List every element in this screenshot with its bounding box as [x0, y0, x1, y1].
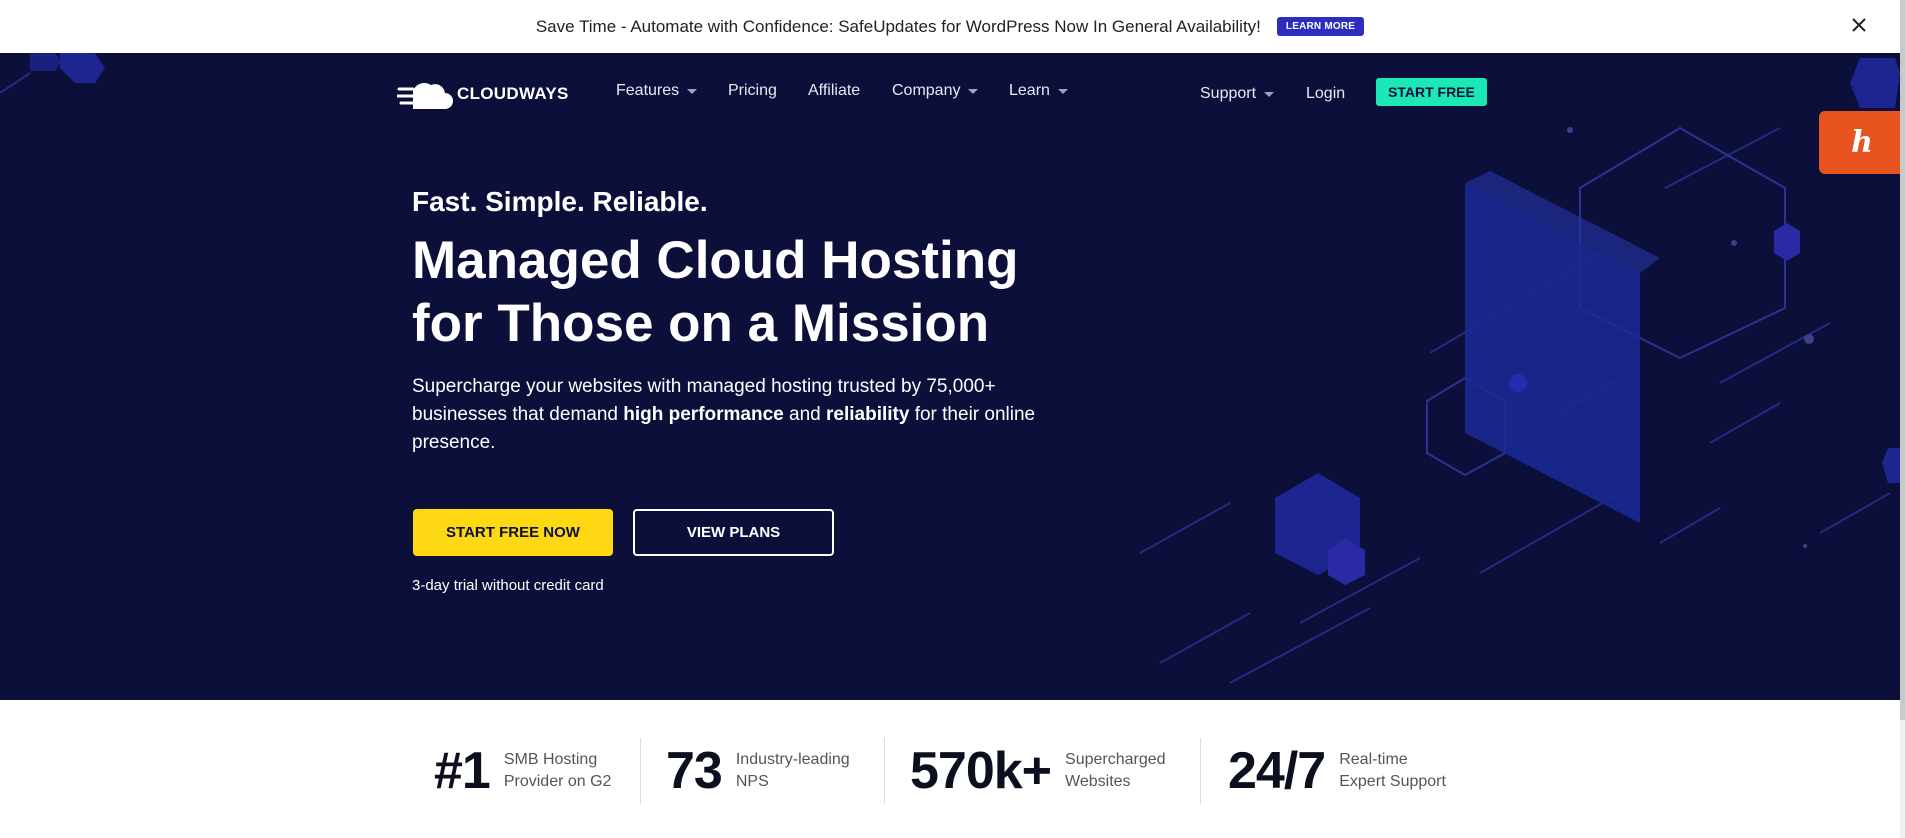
chevron-down-icon	[968, 88, 979, 94]
cloudways-logo[interactable]: CLOUDWAYS	[397, 77, 569, 111]
nav-item-affiliate[interactable]: Affiliate	[808, 82, 860, 100]
nav-item-label: Affiliate	[808, 82, 861, 99]
hero-headline: Managed Cloud Hosting for Those on a Mis…	[412, 229, 1112, 355]
headline-line-2: for Those on a Mission	[412, 294, 990, 353]
cloud-logo-icon	[397, 82, 453, 109]
announcement-text: Save Time - Automate with Confidence: Sa…	[535, 16, 1261, 36]
lead-bold-reliability: reliability	[826, 404, 910, 425]
stat-value: 73	[666, 742, 723, 800]
hero-eyebrow: Fast. Simple. Reliable.	[412, 186, 708, 217]
headline-line-1: Managed Cloud Hosting	[412, 231, 1019, 290]
logo-text: CLOUDWAYS	[457, 84, 569, 103]
nav-item-features[interactable]: Features	[616, 82, 698, 100]
stat-websites: 570k+ Supercharged Websites	[910, 736, 1166, 806]
chevron-down-icon	[687, 88, 698, 94]
nav-item-label: Features	[616, 82, 680, 99]
nav-item-company[interactable]: Company	[892, 82, 979, 100]
announcement-bar: Save Time - Automate with Confidence: Sa…	[0, 0, 1900, 54]
nav-item-label: Company	[892, 82, 961, 99]
scrollbar-thumb[interactable]	[1900, 0, 1905, 720]
stat-support: 24/7 Real-time Expert Support	[1228, 736, 1446, 806]
login-link[interactable]: Login	[1306, 85, 1345, 103]
nav-item-label: Login	[1306, 85, 1346, 102]
stat-divider	[640, 738, 641, 804]
stat-label: Industry-leading NPS	[735, 751, 850, 790]
nav-item-learn[interactable]: Learn	[1009, 82, 1068, 100]
stats-strip: #1 SMB Hosting Provider on G2 73 Industr…	[0, 700, 1900, 838]
trial-note: 3-day trial without credit card	[412, 577, 604, 594]
view-plans-button[interactable]: VIEW PLANS	[633, 509, 834, 556]
nav-item-label: Support	[1200, 85, 1257, 102]
stat-value: 570k+	[910, 742, 1052, 800]
nav-item-pricing[interactable]: Pricing	[728, 82, 777, 100]
close-icon[interactable]	[1848, 14, 1870, 36]
chevron-down-icon	[1057, 88, 1068, 94]
honey-extension-widget[interactable]: h	[1819, 111, 1900, 174]
stat-label: SMB Hosting Provider on G2	[503, 751, 612, 790]
nav-item-support[interactable]: Support	[1200, 85, 1275, 103]
stat-divider	[1200, 738, 1201, 804]
stat-label: Real-time Expert Support	[1339, 751, 1446, 790]
nav-item-label: Pricing	[728, 82, 777, 99]
honey-icon: h	[1851, 125, 1873, 160]
stat-divider	[884, 738, 885, 804]
start-free-now-button[interactable]: START FREE NOW	[413, 509, 613, 556]
stat-nps: 73 Industry-leading NPS	[666, 736, 850, 806]
start-free-nav-button[interactable]: START FREE	[1376, 78, 1487, 106]
stat-g2: #1 SMB Hosting Provider on G2	[434, 736, 611, 806]
stat-value: 24/7	[1228, 742, 1326, 800]
page-scrollbar[interactable]	[1900, 0, 1905, 838]
hero-section: CLOUDWAYS Features Pricing Affiliate Com…	[0, 53, 1900, 700]
lead-bold-performance: high performance	[623, 404, 784, 425]
chevron-down-icon	[1264, 91, 1275, 97]
main-nav: CLOUDWAYS Features Pricing Affiliate Com…	[0, 53, 1900, 133]
hero-lead: Supercharge your websites with managed h…	[412, 373, 1072, 457]
lead-text-2: and	[783, 404, 826, 425]
stat-value: #1	[434, 742, 491, 800]
stat-label: Supercharged Websites	[1065, 751, 1166, 790]
learn-more-button[interactable]: LEARN MORE	[1276, 17, 1365, 36]
nav-item-label: Learn	[1009, 82, 1050, 99]
